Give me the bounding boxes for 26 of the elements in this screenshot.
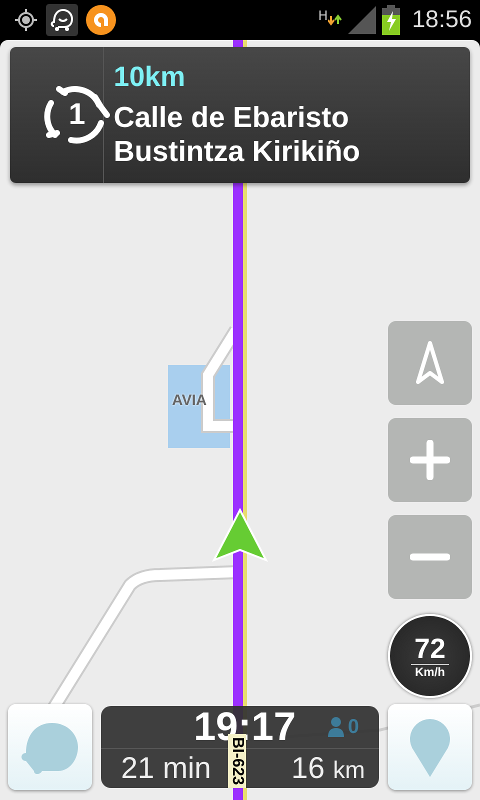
network-type: H (318, 9, 328, 24)
gps-target-icon (14, 8, 38, 32)
speed-value: 72 (411, 634, 449, 664)
exit-number: 1 (68, 98, 86, 132)
clock: 18:56 (412, 6, 472, 34)
speed-unit: Km/h (415, 664, 445, 678)
minus-icon (410, 553, 450, 561)
street-name: Calle de Ebaristo Bustintza Kirikiño (114, 101, 362, 169)
menu-button[interactable] (8, 704, 92, 790)
position-arrow-icon (212, 508, 268, 562)
remaining-time: 21 min (121, 752, 212, 786)
data-arrows-icon (328, 14, 342, 26)
plus-icon (410, 440, 450, 480)
zoom-out-button[interactable] (388, 515, 472, 599)
north-arrow-icon (415, 340, 445, 386)
battery-charging-icon (382, 5, 400, 35)
distance-to-turn: 10km (114, 61, 186, 93)
pin-button[interactable] (388, 704, 472, 790)
rider-count: 0 (348, 716, 359, 738)
zoom-in-button[interactable] (388, 418, 472, 502)
person-icon (328, 717, 344, 737)
compass-button[interactable] (388, 321, 472, 405)
signal-icon (348, 6, 376, 34)
smiley-bubble-icon (46, 4, 78, 36)
remaining-distance: 16 km (291, 752, 365, 786)
app-ring-icon (86, 5, 116, 35)
